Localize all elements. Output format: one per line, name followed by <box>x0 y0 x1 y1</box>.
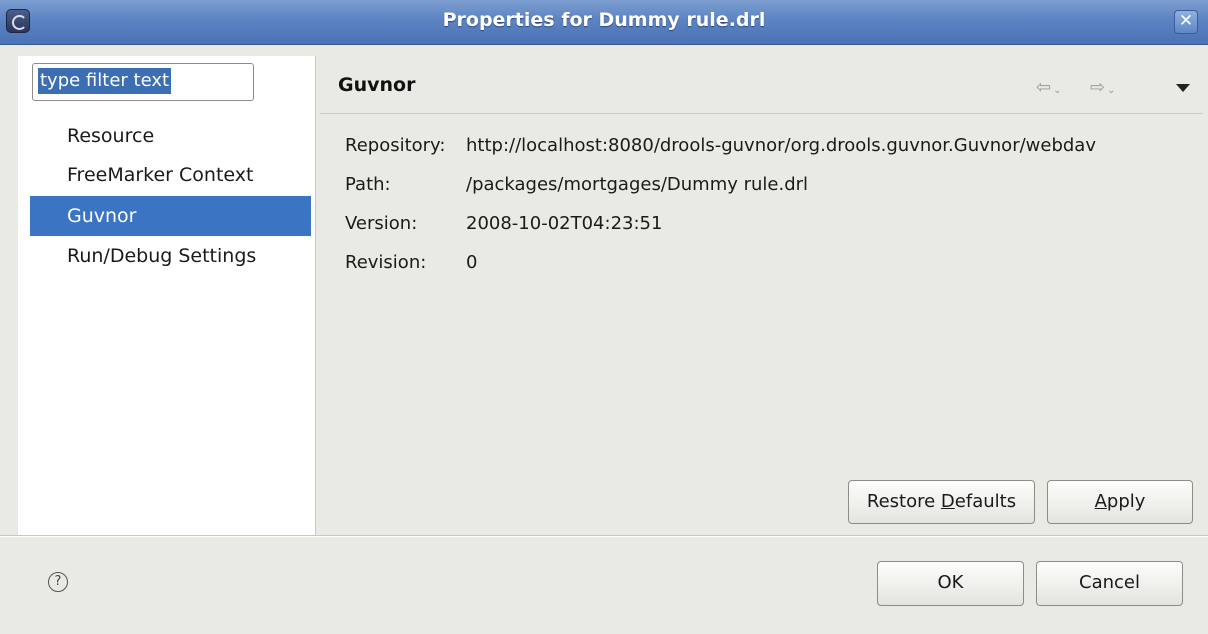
title-bar[interactable]: Properties for Dummy rule.drl ✕ <box>0 0 1208 45</box>
tree-item-label: Guvnor <box>67 205 137 227</box>
apply-button[interactable]: Apply <box>1047 480 1193 524</box>
tree-item-freemarker-context[interactable]: FreeMarker Context <box>30 155 311 195</box>
tree-item-resource[interactable]: Resource <box>30 116 311 156</box>
property-value: http://localhost:8080/drools-guvnor/org.… <box>466 135 1096 156</box>
tree-item-run-debug-settings[interactable]: Run/Debug Settings <box>30 236 311 276</box>
property-label: Path: <box>345 174 391 195</box>
restore-defaults-button[interactable]: Restore Defaults <box>848 480 1035 524</box>
button-label-part: pply <box>1106 491 1146 512</box>
help-icon[interactable]: ? <box>48 572 68 592</box>
property-value: 2008-10-02T04:23:51 <box>466 213 663 234</box>
property-label: Repository: <box>345 135 446 156</box>
tree-item-label: FreeMarker Context <box>67 164 254 186</box>
view-menu-icon[interactable] <box>1176 84 1190 92</box>
forward-arrow-icon[interactable]: ⇨ ⌄ <box>1090 78 1115 98</box>
button-label-part: efaults <box>954 491 1017 512</box>
property-label: Revision: <box>345 252 427 273</box>
ok-button[interactable]: OK <box>877 561 1024 606</box>
button-mnemonic: A <box>1094 491 1107 512</box>
properties-dialog: Properties for Dummy rule.drl ✕ type fil… <box>0 0 1208 634</box>
close-icon[interactable]: ✕ <box>1174 10 1198 34</box>
footer-divider-highlight <box>0 536 1208 537</box>
property-tree-panel: type filter text Resource FreeMarker Con… <box>18 56 316 535</box>
page-title: Guvnor <box>338 74 416 96</box>
tree-item-label: Resource <box>67 125 155 147</box>
button-mnemonic: D <box>940 491 955 512</box>
property-value: /packages/mortgages/Dummy rule.drl <box>466 174 809 195</box>
back-arrow-icon[interactable]: ⇦ ⌄ <box>1036 78 1061 98</box>
tree-item-label: Run/Debug Settings <box>67 245 257 267</box>
property-value: 0 <box>466 252 478 273</box>
page-header: Guvnor ⇦ ⌄ ⇨ ⌄ <box>320 56 1203 114</box>
button-label-part: Restore <box>866 491 941 512</box>
window-title: Properties for Dummy rule.drl <box>442 9 766 31</box>
filter-text-selection: type filter text <box>38 68 172 94</box>
cancel-button[interactable]: Cancel <box>1036 561 1183 606</box>
property-label: Version: <box>345 213 418 234</box>
tree-item-guvnor[interactable]: Guvnor <box>30 196 311 236</box>
